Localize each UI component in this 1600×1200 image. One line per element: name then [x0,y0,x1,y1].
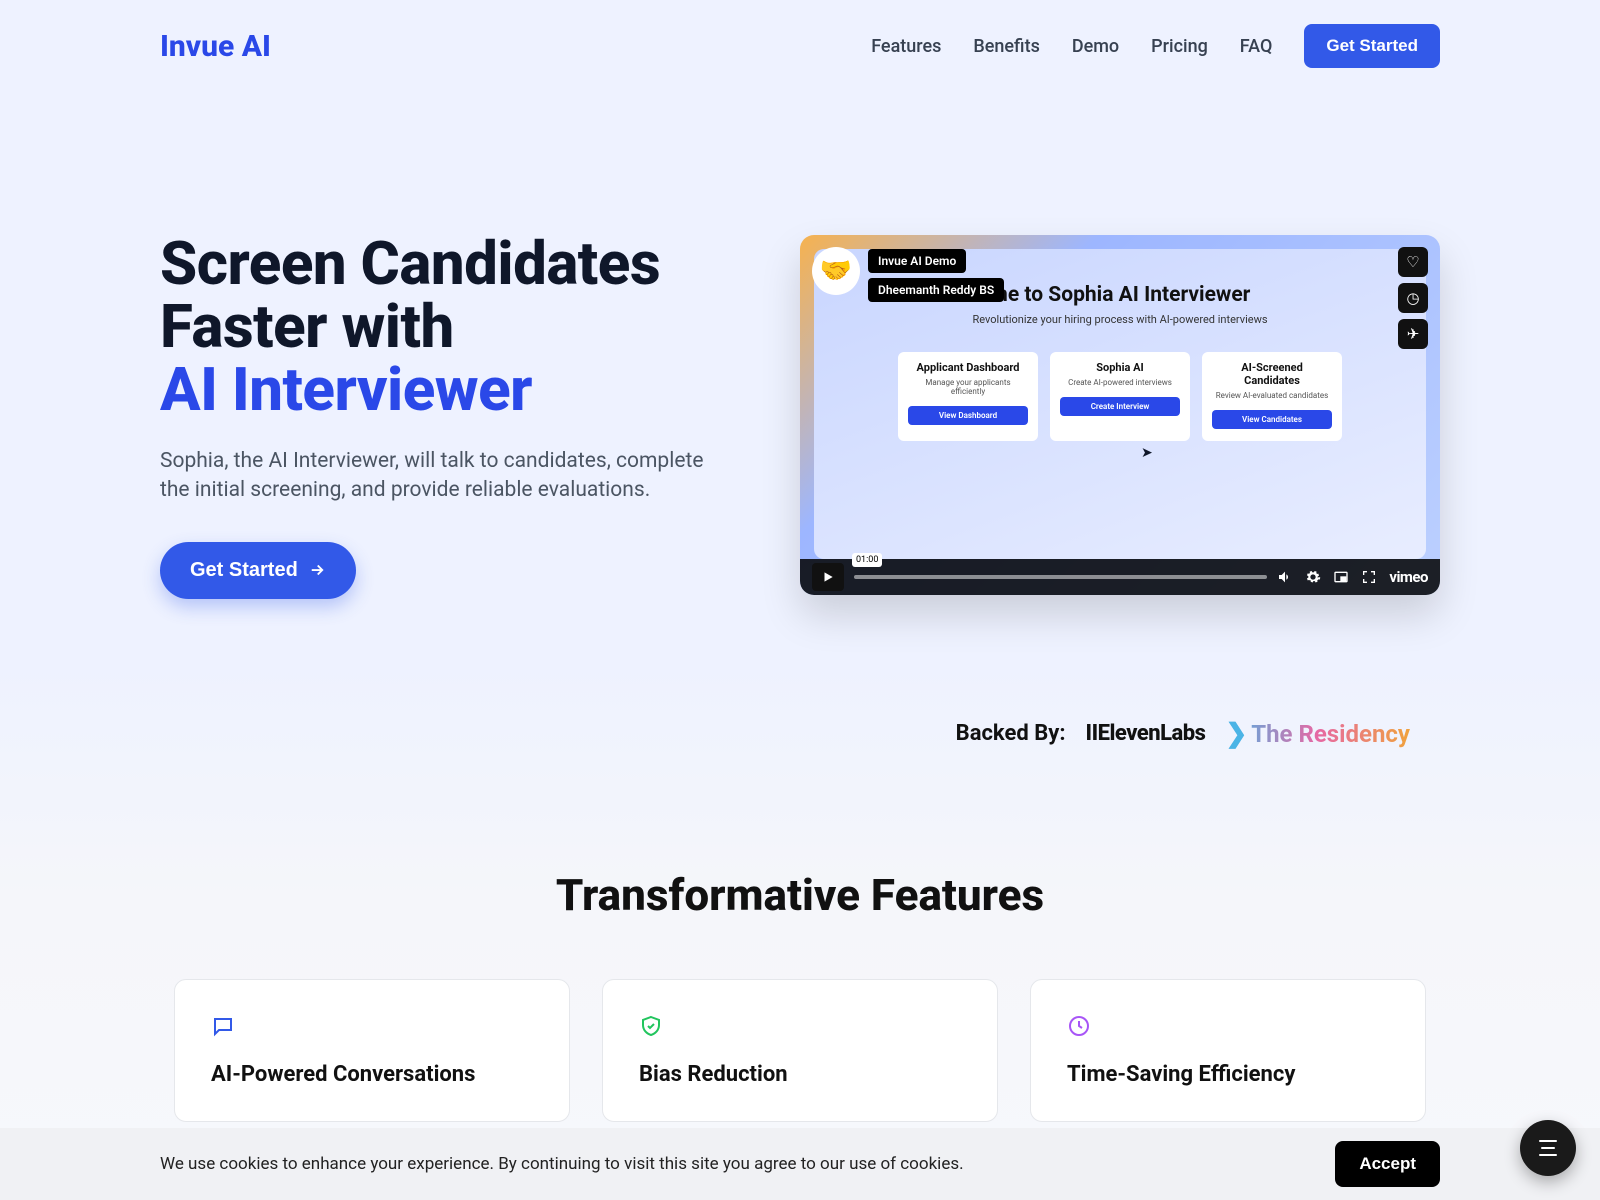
play-icon [821,570,835,584]
hero-subtitle: Sophia, the AI Interviewer, will talk to… [160,447,720,506]
feature-title: Bias Reduction [639,1062,961,1087]
residency-text: The Residency [1251,720,1410,748]
hero-cta-label: Get Started [190,559,298,582]
feature-card-time: Time-Saving Efficiency [1030,979,1426,1122]
cursor-icon: ➤ [1141,445,1153,461]
video-card-sub: Manage your applicants efficiently [908,378,1028,396]
backed-by: Backed By: IIElevenLabs ❯ The Residency [160,719,1440,749]
video-slide-title: me to Sophia AI Interviewer [990,283,1251,307]
hero-title-accent: AI Interviewer [160,354,532,425]
video-player[interactable]: me to Sophia AI Interviewer Revolutioniz… [800,235,1440,595]
video-controls: 01:00 vimeo [800,559,1440,595]
hero-text: Screen Candidates Faster with AI Intervi… [160,232,740,599]
video-author-badge: Dheemanth Reddy BS [868,278,1004,302]
cookie-banner: We use cookies to enhance your experienc… [0,1128,1600,1200]
nav-link-pricing[interactable]: Pricing [1151,36,1208,57]
video-card-btn: Create Interview [1060,397,1180,416]
play-button[interactable] [812,563,844,591]
arrow-right-icon [308,561,326,579]
video-card-screened: AI-Screened Candidates Review AI-evaluat… [1202,352,1342,440]
nav-link-features[interactable]: Features [871,36,941,57]
hero-title-plain: Screen Candidates Faster with [160,228,660,362]
top-nav: Invue AI Features Benefits Demo Pricing … [160,0,1440,92]
nav-get-started-button[interactable]: Get Started [1304,24,1440,68]
video-cards: Applicant Dashboard Manage your applican… [898,352,1342,440]
video-side-icons: ♡ ◷ ✈ [1398,247,1428,349]
video-card-btn: View Dashboard [908,406,1028,425]
pip-icon[interactable] [1333,569,1349,585]
wing-icon: ❯ [1225,719,1247,749]
heart-icon[interactable]: ♡ [1398,247,1428,277]
shield-check-icon [639,1014,663,1038]
elevenlabs-logo: IIElevenLabs [1086,721,1206,746]
nav-link-benefits[interactable]: Benefits [973,36,1039,57]
video-card-dashboard: Applicant Dashboard Manage your applican… [898,352,1038,440]
feature-cards: AI-Powered Conversations Bias Reduction … [160,979,1440,1122]
feature-card-bias: Bias Reduction [602,979,998,1122]
video-card-sophia: Sophia AI Create AI-powered interviews C… [1050,352,1190,440]
time-label: 01:00 [852,553,882,567]
cookie-text: We use cookies to enhance your experienc… [160,1154,964,1174]
handshake-icon: 🤝 [812,247,860,295]
features-heading: Transformative Features [160,869,1440,921]
video-card-title: Applicant Dashboard [908,362,1028,375]
feature-card-conversations: AI-Powered Conversations [174,979,570,1122]
hero-section: Screen Candidates Faster with AI Intervi… [160,92,1440,679]
volume-icon[interactable] [1277,569,1293,585]
clock-icon[interactable]: ◷ [1398,283,1428,313]
nav-links: Features Benefits Demo Pricing FAQ Get S… [871,24,1440,68]
menu-icon [1539,1140,1557,1156]
features-section: Transformative Features AI-Powered Conve… [160,869,1440,1122]
backed-by-label: Backed By: [956,721,1066,746]
video-slide-subtitle: Revolutionize your hiring process with A… [972,313,1267,326]
control-icons: vimeo [1277,568,1428,586]
video-card-sub: Create AI-powered interviews [1060,378,1180,387]
hero-title: Screen Candidates Faster with AI Intervi… [160,232,740,421]
logo[interactable]: Invue AI [160,29,271,64]
vimeo-logo[interactable]: vimeo [1389,568,1428,586]
chat-icon [211,1014,235,1038]
menu-fab-button[interactable] [1520,1120,1576,1176]
nav-link-demo[interactable]: Demo [1072,36,1119,57]
fullscreen-icon[interactable] [1361,569,1377,585]
video-card-title: AI-Screened Candidates [1212,362,1332,387]
video-badges: 🤝 Invue AI Demo Dheemanth Reddy BS [812,247,1004,302]
cookie-accept-button[interactable]: Accept [1335,1141,1440,1187]
progress-bar[interactable]: 01:00 [854,575,1267,579]
video-card-sub: Review AI-evaluated candidates [1212,391,1332,400]
share-icon[interactable]: ✈ [1398,319,1428,349]
video-card-btn: View Candidates [1212,410,1332,429]
hero-get-started-button[interactable]: Get Started [160,542,356,599]
nav-link-faq[interactable]: FAQ [1240,36,1273,57]
hero-video-wrap: me to Sophia AI Interviewer Revolutioniz… [800,235,1440,595]
video-card-title: Sophia AI [1060,362,1180,375]
video-title-badge: Invue AI Demo [868,249,966,273]
residency-logo: ❯ The Residency [1225,719,1410,749]
clock-outline-icon [1067,1014,1091,1038]
feature-title: Time-Saving Efficiency [1067,1062,1389,1087]
feature-title: AI-Powered Conversations [211,1062,533,1087]
gear-icon[interactable] [1305,569,1321,585]
